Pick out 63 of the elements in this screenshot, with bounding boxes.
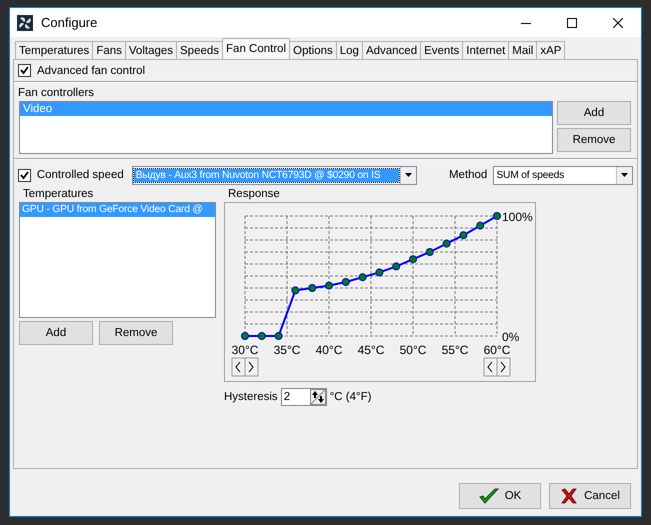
method-label: Method bbox=[448, 169, 488, 181]
curve-point[interactable] bbox=[392, 262, 400, 270]
curve-point[interactable] bbox=[459, 231, 468, 240]
close-icon bbox=[613, 18, 623, 28]
hysteresis-label: Hysteresis bbox=[224, 391, 278, 403]
dropdown-arrow-icon bbox=[621, 173, 628, 177]
tab[interactable]: Fan Control bbox=[222, 38, 290, 59]
y-tick-label: 0% bbox=[502, 330, 520, 344]
curve-point[interactable] bbox=[358, 273, 367, 282]
x-tick-label: 35°C bbox=[274, 343, 300, 357]
cross-icon bbox=[560, 487, 578, 505]
x-tick-label: 55°C bbox=[442, 343, 468, 357]
tab[interactable]: Voltages bbox=[124, 41, 178, 59]
spin-arrows-icon[interactable] bbox=[310, 389, 326, 405]
curve-point[interactable] bbox=[476, 222, 484, 230]
y-tick-label: 100% bbox=[502, 210, 533, 224]
curve-point[interactable] bbox=[258, 332, 266, 340]
section-label: Temperatures bbox=[22, 188, 94, 200]
x-tick-label: 50°C bbox=[400, 343, 426, 357]
tab[interactable]: xAP bbox=[536, 41, 566, 59]
checkbox-label: Advanced fan control bbox=[37, 64, 146, 76]
curve-point[interactable] bbox=[241, 332, 249, 340]
unit-label: °C (4°F) bbox=[330, 391, 372, 403]
action-button[interactable]: Add bbox=[557, 101, 631, 125]
scroll-right-button[interactable] bbox=[244, 358, 258, 376]
method-dropdown[interactable]: SUM of speeds bbox=[493, 166, 633, 184]
tab[interactable]: Speeds bbox=[176, 41, 224, 59]
chart-title: Response bbox=[227, 188, 281, 200]
x-tick-label: 45°C bbox=[358, 343, 384, 357]
fan-icon bbox=[17, 14, 33, 30]
action-button[interactable]: Add bbox=[19, 321, 93, 345]
cancel-button[interactable]: Cancel bbox=[549, 483, 631, 509]
checkbox[interactable] bbox=[18, 64, 31, 77]
checkbox[interactable] bbox=[18, 168, 31, 182]
curve-point[interactable] bbox=[409, 255, 417, 264]
action-button[interactable]: Remove bbox=[99, 321, 173, 345]
dropdown-arrow-icon bbox=[404, 173, 412, 177]
ok-button[interactable]: OK bbox=[459, 483, 541, 509]
scroll-right-button[interactable] bbox=[496, 358, 510, 376]
curve-point[interactable] bbox=[442, 240, 451, 248]
scroll-left-button[interactable] bbox=[484, 358, 498, 376]
curve-point[interactable] bbox=[493, 212, 501, 220]
tab[interactable]: Options bbox=[289, 41, 337, 59]
curve-point[interactable] bbox=[291, 286, 300, 294]
curve-point[interactable] bbox=[308, 284, 316, 292]
window-title: Configure bbox=[41, 15, 98, 30]
tab[interactable]: Log bbox=[336, 41, 363, 59]
checkbox-label: Controlled speed bbox=[36, 169, 124, 181]
checkmark-icon bbox=[478, 487, 499, 505]
scroll-left-button[interactable] bbox=[232, 358, 246, 376]
tab[interactable]: Temperatures bbox=[15, 41, 94, 59]
x-tick-label: 30°C bbox=[232, 343, 258, 357]
curve-point[interactable] bbox=[274, 332, 283, 340]
hysteresis-field[interactable]: 2 bbox=[280, 388, 327, 406]
maximize-icon bbox=[567, 18, 577, 28]
curve-point[interactable] bbox=[325, 282, 333, 290]
curve-point[interactable] bbox=[426, 248, 434, 256]
curve-point[interactable] bbox=[375, 268, 384, 276]
x-tick-label: 40°C bbox=[316, 343, 342, 357]
x-tick-label: 60°C bbox=[484, 343, 510, 357]
section-label: Fan controllers bbox=[17, 87, 96, 99]
action-button[interactable]: Remove bbox=[557, 128, 631, 152]
curve-point[interactable] bbox=[342, 278, 350, 286]
